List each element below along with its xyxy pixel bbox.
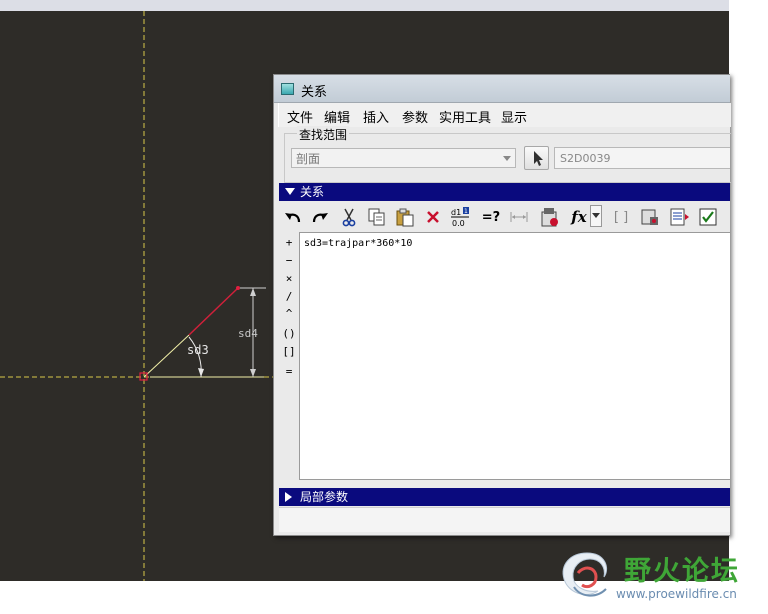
copy-button[interactable]: [365, 205, 389, 229]
sort-relations-button[interactable]: [538, 205, 562, 229]
endpoint-marker: [236, 286, 240, 290]
clipboard-icon: [396, 208, 414, 227]
sketch-line-highlighted: [188, 287, 239, 336]
verify-relations-button[interactable]: [696, 205, 720, 229]
menu-insert[interactable]: 插入: [363, 107, 389, 126]
delete-x-icon: [427, 211, 439, 223]
menu-parameters[interactable]: 参数: [402, 107, 428, 126]
local-params-section-header[interactable]: 局部参数: [279, 488, 730, 506]
relations-section-label: 关系: [300, 185, 325, 199]
svg-text:1: 1: [464, 208, 468, 215]
local-params-label: 局部参数: [300, 490, 349, 504]
evaluate-button[interactable]: =?: [479, 205, 503, 229]
dialog-bottom-area: [279, 507, 730, 532]
redo-icon: [312, 213, 328, 223]
operator-plus[interactable]: +: [279, 236, 299, 249]
dimension-values-icon: d1 1 0.0: [451, 207, 469, 228]
angle-dim-label: sd3: [187, 343, 209, 357]
checkbox-check-icon: [699, 208, 717, 226]
svg-text:0.0: 0.0: [452, 219, 465, 228]
relations-toolbar: d1 1 0.0 =? fx [ ]: [279, 203, 730, 231]
expand-down-icon: [285, 188, 295, 195]
watermark-logo: [562, 552, 608, 597]
right-margin: [729, 0, 768, 614]
paste-button[interactable]: [393, 205, 417, 229]
menu-bar: 文件 编辑 插入 参数 实用工具 显示: [278, 103, 731, 127]
insert-function-button[interactable]: fx: [567, 205, 591, 229]
operator-minus[interactable]: −: [279, 254, 299, 267]
angle-dim-arrow: [198, 368, 204, 377]
operator-divide[interactable]: /: [279, 290, 299, 303]
length-dim-arrow-top: [250, 288, 256, 296]
undo-icon: [285, 213, 301, 223]
operator-power[interactable]: ^: [279, 307, 299, 320]
parameter-lock-icon: [641, 209, 658, 225]
sketch-line-base: [143, 334, 190, 378]
chevron-down-icon: [503, 156, 511, 161]
menu-file[interactable]: 文件: [287, 107, 313, 126]
scope-select[interactable]: 剖面: [291, 148, 516, 168]
look-in-label: 查找范围: [297, 126, 350, 143]
watermark-url: www.proewildfire.cn: [616, 587, 737, 601]
watermark: 野火论坛 www.proewildfire.cn: [556, 547, 768, 607]
relations-list-button[interactable]: [667, 205, 691, 229]
length-dim-arrow-bottom: [250, 369, 256, 377]
operator-brackets[interactable]: []: [279, 345, 299, 358]
select-entity-button[interactable]: [524, 146, 549, 170]
undo-button[interactable]: [281, 205, 305, 229]
brackets-button[interactable]: [ ]: [609, 205, 633, 229]
operator-palette: + − × / ^ () [] =: [279, 233, 299, 483]
relations-section-header[interactable]: 关系: [279, 183, 730, 201]
window-icon: [281, 83, 294, 95]
expand-right-icon: [285, 492, 292, 502]
scope-select-value: 剖面: [296, 152, 321, 166]
relations-editor[interactable]: sd3=trajpar*360*10: [299, 232, 730, 480]
chevron-down-icon: [592, 213, 600, 218]
menu-utilities[interactable]: 实用工具: [439, 107, 491, 126]
look-in-group: 查找范围 剖面 S2D0039: [280, 126, 731, 183]
dimension-width-icon: [510, 212, 528, 222]
function-dropdown[interactable]: [590, 205, 602, 227]
list-icon: [670, 208, 689, 226]
operator-equals[interactable]: =: [279, 365, 299, 378]
dialog-title: 关系: [301, 85, 328, 100]
cut-button[interactable]: [337, 205, 361, 229]
operator-multiply[interactable]: ×: [279, 272, 299, 285]
delete-button[interactable]: [421, 205, 445, 229]
copy-icon: [368, 208, 385, 226]
relation-line: sd3=trajpar*360*10: [304, 238, 413, 249]
cursor-arrow-icon: [534, 151, 543, 166]
show-dimensions-button[interactable]: d1 1 0.0: [449, 205, 473, 229]
scissors-icon: [342, 208, 356, 227]
length-dim-label: sd4: [238, 327, 258, 340]
svg-text:d1: d1: [451, 208, 461, 217]
calculator-lock-icon: [541, 208, 558, 227]
menu-edit[interactable]: 编辑: [324, 107, 350, 126]
parameter-lock-button[interactable]: [638, 205, 662, 229]
operator-parentheses[interactable]: (): [279, 327, 299, 340]
dialog-titlebar[interactable]: 关系: [274, 75, 730, 103]
menu-display[interactable]: 显示: [501, 107, 527, 126]
redo-button[interactable]: [308, 205, 332, 229]
dimension-width-button[interactable]: [507, 205, 531, 229]
watermark-name: 野火论坛: [624, 556, 740, 587]
selected-entity-field[interactable]: S2D0039: [554, 147, 730, 169]
relations-dialog: 关系 文件 编辑 插入 参数 实用工具 显示 查找范围 剖面 S2D0039 关…: [273, 74, 731, 536]
